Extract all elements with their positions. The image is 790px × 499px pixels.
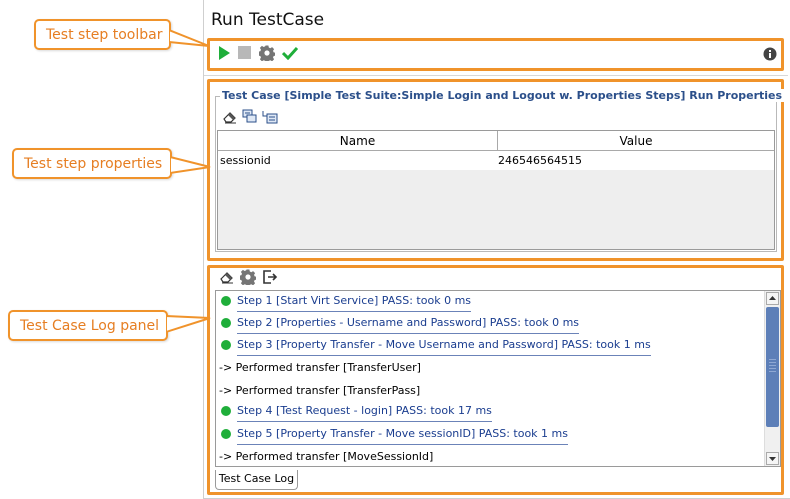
callout-pointer — [169, 28, 210, 47]
log-entry: -> Performed transfer [TransferPass] — [219, 384, 421, 397]
copy-icon[interactable] — [242, 109, 258, 124]
column-header-name[interactable]: Name — [218, 131, 498, 151]
property-name: sessionid — [220, 154, 271, 167]
window-title: Run TestCase — [211, 10, 325, 30]
tab-test-case-log[interactable]: Test Case Log — [215, 470, 298, 490]
transfer-icon[interactable] — [262, 109, 278, 124]
pass-status-icon — [221, 340, 231, 350]
info-icon[interactable] — [763, 47, 777, 61]
log-entry-link[interactable]: Step 4 [Test Request - login] PASS: took… — [237, 401, 492, 422]
scroll-up-icon[interactable] — [766, 292, 779, 305]
scroll-down-icon[interactable] — [766, 452, 779, 465]
log-entry-link[interactable]: Step 1 [Start Virt Service] PASS: took 0… — [237, 291, 472, 312]
log-entry-link[interactable]: Step 2 [Properties - Username and Passwo… — [237, 313, 580, 334]
callout-pointer — [166, 314, 211, 334]
properties-table: Name Value sessionid 246546564515 — [217, 130, 775, 250]
callout-test-step-toolbar: Test step toolbar — [34, 19, 171, 50]
scroll-thumb[interactable] — [766, 307, 779, 427]
stop-icon[interactable] — [238, 46, 251, 59]
column-header-value[interactable]: Value — [498, 131, 774, 151]
callout-label: Test step properties — [24, 155, 163, 172]
log-entry-link[interactable]: Step 3 [Property Transfer - Move Usernam… — [237, 335, 651, 356]
run-icon[interactable] — [217, 45, 231, 61]
eraser-icon[interactable] — [222, 110, 238, 124]
log-entry: -> Performed transfer [TransferUser] — [219, 361, 421, 374]
export-icon[interactable] — [262, 269, 278, 285]
log-scrollbar[interactable] — [764, 291, 780, 466]
callout-pointer — [170, 155, 211, 175]
log-entry: -> Performed transfer [MoveSessionId] — [219, 450, 434, 463]
property-value: 246546564515 — [498, 154, 582, 167]
callout-test-case-log: Test Case Log panel — [8, 310, 168, 341]
callout-label: Test step toolbar — [46, 26, 163, 43]
toolbar-separator — [204, 75, 788, 76]
pass-status-icon — [221, 318, 231, 328]
pass-status-icon — [221, 296, 231, 306]
callout-label: Test Case Log panel — [20, 317, 160, 334]
callout-test-step-properties: Test step properties — [12, 148, 172, 179]
test-case-log[interactable]: Step 1 [Start Virt Service] PASS: took 0… — [215, 290, 781, 467]
gear-icon[interactable] — [259, 45, 275, 61]
pass-status-icon — [221, 406, 231, 416]
log-entry-link[interactable]: Step 5 [Property Transfer - Move session… — [237, 424, 568, 445]
checkmark-icon[interactable] — [282, 46, 298, 60]
table-row[interactable]: sessionid 246546564515 — [218, 151, 774, 170]
pass-status-icon — [221, 429, 231, 439]
eraser-icon[interactable] — [219, 270, 235, 284]
properties-legend: Test Case [Simple Test Suite:Simple Logi… — [220, 89, 785, 102]
gear-icon[interactable] — [240, 269, 256, 285]
